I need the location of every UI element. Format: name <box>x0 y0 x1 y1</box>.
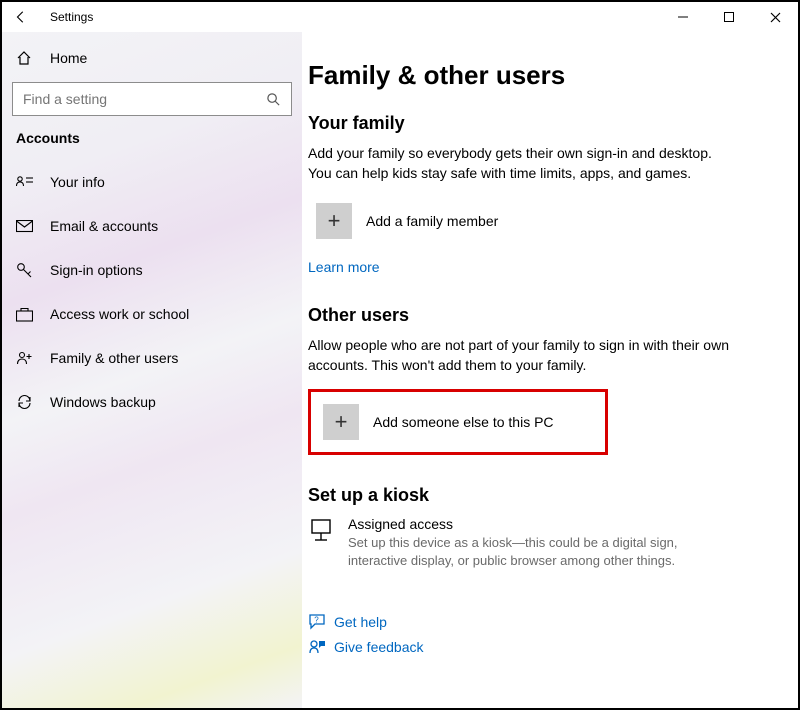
family-heading: Your family <box>308 113 768 134</box>
sidebar-item-email-accounts[interactable]: Email & accounts <box>2 204 302 248</box>
monitor-icon <box>308 516 348 569</box>
add-other-user-label: Add someone else to this PC <box>373 414 554 430</box>
sidebar: Home Accounts Your info <box>2 32 302 708</box>
give-feedback-label: Give feedback <box>334 639 424 655</box>
sidebar-item-family-other-users[interactable]: Family & other users <box>2 336 302 380</box>
page-title: Family & other users <box>308 60 768 91</box>
window-title: Settings <box>50 10 93 24</box>
sidebar-item-label: Sign-in options <box>50 262 143 278</box>
other-users-heading: Other users <box>308 305 768 326</box>
get-help-link[interactable]: ? Get help <box>308 613 768 630</box>
search-box[interactable] <box>12 82 292 116</box>
sidebar-item-label: Access work or school <box>50 306 189 322</box>
other-users-description: Allow people who are not part of your fa… <box>308 336 738 375</box>
people-plus-icon <box>16 350 36 366</box>
plus-icon: + <box>316 203 352 239</box>
home-button[interactable]: Home <box>2 38 302 78</box>
back-button[interactable] <box>14 10 38 24</box>
sidebar-item-label: Family & other users <box>50 350 178 366</box>
sidebar-item-label: Windows backup <box>50 394 156 410</box>
sidebar-item-access-work-school[interactable]: Access work or school <box>2 292 302 336</box>
home-label: Home <box>50 50 87 66</box>
sidebar-item-signin-options[interactable]: Sign-in options <box>2 248 302 292</box>
plus-icon: + <box>323 404 359 440</box>
search-icon <box>266 92 281 107</box>
minimize-button[interactable] <box>660 2 706 32</box>
close-button[interactable] <box>752 2 798 32</box>
svg-text:?: ? <box>314 616 319 625</box>
briefcase-icon <box>16 307 36 322</box>
chat-help-icon: ? <box>308 613 334 630</box>
home-icon <box>16 50 36 66</box>
kiosk-heading: Set up a kiosk <box>308 485 768 506</box>
feedback-icon <box>308 638 334 655</box>
assigned-access-desc: Set up this device as a kiosk—this could… <box>348 534 738 569</box>
add-other-user-button[interactable]: + Add someone else to this PC <box>308 389 608 455</box>
add-family-member-button[interactable]: + Add a family member <box>308 197 588 245</box>
person-card-icon <box>16 174 36 190</box>
get-help-label: Get help <box>334 614 387 630</box>
key-icon <box>16 262 36 278</box>
search-input[interactable] <box>23 91 266 107</box>
family-description: Add your family so everybody gets their … <box>308 144 738 183</box>
learn-more-link[interactable]: Learn more <box>308 259 380 275</box>
maximize-button[interactable] <box>706 2 752 32</box>
sidebar-section-heading: Accounts <box>2 130 302 160</box>
mail-icon <box>16 220 36 233</box>
title-bar: Settings <box>2 2 798 32</box>
sidebar-item-your-info[interactable]: Your info <box>2 160 302 204</box>
sidebar-item-windows-backup[interactable]: Windows backup <box>2 380 302 424</box>
add-family-label: Add a family member <box>366 213 498 229</box>
sync-icon <box>16 394 36 410</box>
assigned-access-button[interactable]: Assigned access Set up this device as a … <box>308 516 738 569</box>
sidebar-item-label: Your info <box>50 174 105 190</box>
sidebar-item-label: Email & accounts <box>50 218 158 234</box>
assigned-access-title: Assigned access <box>348 516 738 532</box>
main-panel: Family & other users Your family Add you… <box>302 32 798 708</box>
give-feedback-link[interactable]: Give feedback <box>308 638 768 655</box>
